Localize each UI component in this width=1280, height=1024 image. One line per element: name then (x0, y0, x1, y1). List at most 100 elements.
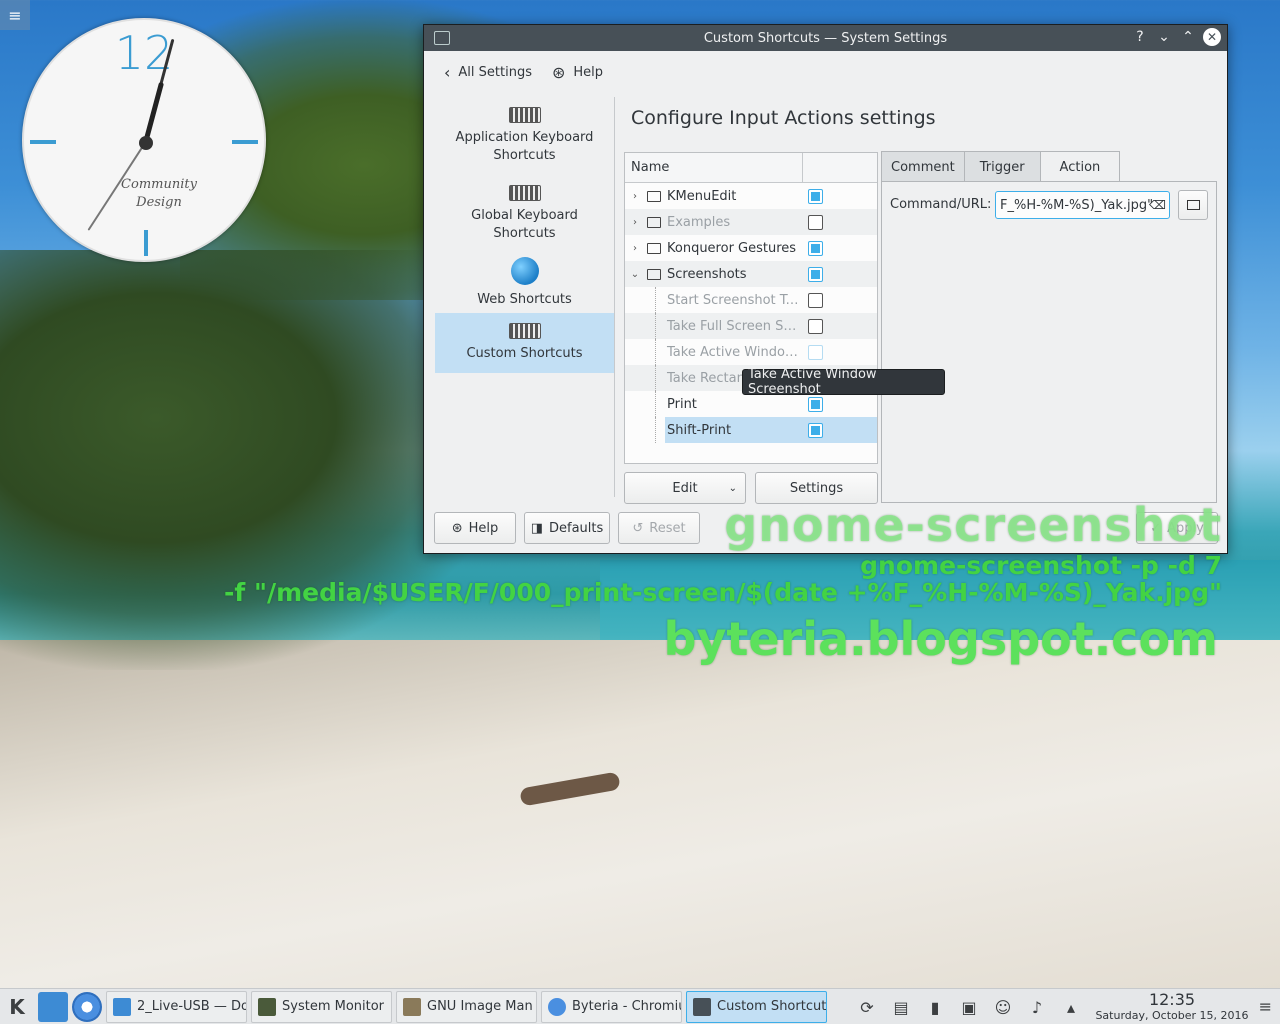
tree-row-label: Start Screenshot Tool (667, 292, 803, 308)
tree-row-start-screenshot-tool[interactable]: Start Screenshot Tool (625, 287, 877, 313)
enabled-checkbox[interactable] (808, 422, 823, 438)
enabled-checkbox[interactable] (808, 318, 823, 334)
clock-brand: Community Design (114, 176, 204, 212)
tree-row-label: KMenuEdit (667, 188, 737, 204)
overlay-command-line1: gnome-screenshot -p -d 7 (860, 551, 1222, 580)
tree-row-screenshots[interactable]: ⌄ Screenshots (625, 261, 877, 287)
browse-folder-button[interactable] (1178, 190, 1208, 220)
reset-button[interactable]: ↺ Reset (618, 512, 700, 544)
window-titlebar[interactable]: Custom Shortcuts — System Settings ? ⌄ ⌃… (424, 25, 1227, 51)
folder-icon (113, 997, 131, 1016)
page-title: Configure Input Actions settings (631, 107, 936, 129)
overlay-title: gnome-screenshot (724, 498, 1222, 552)
enabled-checkbox[interactable] (808, 188, 823, 204)
action-tab-panel: Command/URL: F_%H-%M-%S)_Yak.jpg" ⌫ (881, 181, 1217, 503)
chevron-right-icon[interactable]: › (627, 191, 643, 202)
panel-menu-icon[interactable]: ≡ (1259, 997, 1272, 1016)
task-chromium[interactable]: Byteria - Chromiu (541, 990, 682, 1023)
defaults-icon: ◨ (530, 520, 543, 536)
folder-icon (647, 190, 661, 202)
tree-row-take-active-window[interactable]: Take Active Window... (625, 339, 877, 365)
help-toolbar-button[interactable]: ⊛ Help (552, 63, 603, 82)
system-monitor-icon (258, 997, 276, 1016)
sidebar-item-custom-shortcuts[interactable]: Custom Shortcuts (435, 313, 614, 373)
task-live-usb[interactable]: 2_Live-USB — Do (106, 990, 247, 1023)
defaults-button[interactable]: ◨ Defaults (524, 512, 610, 544)
enabled-checkbox[interactable] (808, 344, 823, 360)
updates-icon[interactable]: ⟳ (856, 996, 878, 1018)
sidebar-item-label: Global Keyboard Shortcuts (471, 208, 578, 241)
folder-icon (1186, 200, 1200, 210)
tree-row-kmenuedit[interactable]: › KMenuEdit (625, 183, 877, 209)
task-label: GNU Image Man (427, 999, 533, 1014)
window-title: Custom Shortcuts — System Settings (703, 30, 948, 46)
task-custom-shortcuts[interactable]: Custom Shortcut (686, 990, 827, 1023)
tooltip: Take Active Window Screenshot (742, 367, 945, 397)
footer-help-button[interactable]: ⊛ Help (434, 512, 516, 544)
sidebar-item-application-shortcuts[interactable]: Application Keyboard Shortcuts (435, 97, 614, 175)
network-icon[interactable]: ▣ (958, 996, 980, 1018)
overlay-command-line2: -f "/media/$USER/F/000_print-screen/$(da… (223, 578, 1222, 607)
tree-row-take-full-screen[interactable]: Take Full Screen Scr... (625, 313, 877, 339)
enabled-checkbox[interactable] (808, 240, 823, 256)
settings-button-label: Settings (789, 480, 844, 496)
sidebar-item-label: Web Shortcuts (477, 292, 572, 307)
task-gimp[interactable]: GNU Image Man (396, 990, 537, 1023)
chevron-right-icon[interactable]: › (627, 217, 643, 228)
chevron-down-icon[interactable]: ⌄ (627, 269, 643, 280)
user-icon[interactable]: ☺ (992, 996, 1014, 1018)
file-manager-icon[interactable] (38, 991, 68, 1022)
tree-row-label: Print (667, 396, 697, 412)
keyboard-icon (508, 107, 541, 123)
enabled-checkbox[interactable] (808, 396, 823, 412)
clipboard-icon[interactable]: ▤ (890, 996, 912, 1018)
folder-icon (647, 268, 661, 280)
digital-clock[interactable]: 12:35 Saturday, October 15, 2016 (1092, 991, 1252, 1023)
footer-help-label: Help (468, 520, 499, 536)
chromium-icon[interactable] (72, 991, 102, 1022)
clock-date: Saturday, October 15, 2016 (1095, 1009, 1249, 1022)
sidebar-item-web-shortcuts[interactable]: Web Shortcuts (435, 253, 614, 313)
overlay-blog-url: byteria.blogspot.com (663, 612, 1218, 666)
defaults-label: Defaults (549, 520, 604, 536)
tab-comment[interactable]: Comment (881, 151, 965, 182)
command-url-input[interactable]: F_%H-%M-%S)_Yak.jpg" ⌫ (995, 191, 1170, 219)
maximize-button[interactable]: ⌃ (1179, 28, 1197, 46)
tab-action[interactable]: Action (1039, 151, 1121, 183)
tree-row-konqueror-gestures[interactable]: › Konqueror Gestures (625, 235, 877, 261)
system-tray: ⟳ ▤ ▮ ▣ ☺ ♪ ▴ (856, 989, 1082, 1024)
enabled-checkbox[interactable] (808, 292, 823, 308)
tree-row-label: Take Active Window... (667, 344, 803, 360)
tree-row-label: Examples (667, 214, 731, 230)
back-arrow-icon: ‹ (444, 62, 451, 82)
enabled-checkbox[interactable] (808, 214, 823, 230)
context-help-button[interactable]: ? (1131, 28, 1149, 46)
chevron-right-icon[interactable]: › (627, 243, 643, 254)
tree-row-shift-print[interactable]: Shift-Print (625, 417, 877, 443)
close-button[interactable]: ✕ (1203, 28, 1221, 46)
tree-header: Name (625, 153, 877, 183)
edit-button-label: Edit (672, 480, 698, 496)
kde-launcher-icon[interactable]: K (0, 990, 34, 1024)
task-system-monitor[interactable]: System Monitor (251, 990, 392, 1023)
minimize-button[interactable]: ⌄ (1155, 28, 1173, 46)
tree-row-label: Take Full Screen Scr... (667, 318, 803, 334)
clock-mark-9 (30, 140, 56, 144)
all-settings-label: All Settings (458, 64, 532, 80)
lifebuoy-icon: ⊛ (551, 62, 566, 82)
clock-brand-line2: Design (136, 195, 182, 210)
tree-row-examples[interactable]: › Examples (625, 209, 877, 235)
all-settings-button[interactable]: ‹ All Settings (444, 63, 532, 82)
tree-row-label: Screenshots (667, 266, 747, 282)
expand-tray-icon[interactable]: ▴ (1060, 996, 1082, 1018)
tab-trigger[interactable]: Trigger (963, 151, 1041, 182)
enabled-checkbox[interactable] (808, 266, 823, 282)
clear-text-icon[interactable]: ⌫ (1149, 198, 1166, 212)
keyboard-icon (508, 185, 541, 201)
volume-icon[interactable]: ♪ (1026, 996, 1048, 1018)
tree-header-enabled[interactable] (803, 153, 877, 182)
sidebar-item-global-shortcuts[interactable]: Global Keyboard Shortcuts (435, 175, 614, 253)
category-sidebar: Application Keyboard Shortcuts Global Ke… (435, 97, 615, 497)
usb-device-icon[interactable]: ▮ (924, 996, 946, 1018)
tree-header-name[interactable]: Name (625, 153, 803, 182)
